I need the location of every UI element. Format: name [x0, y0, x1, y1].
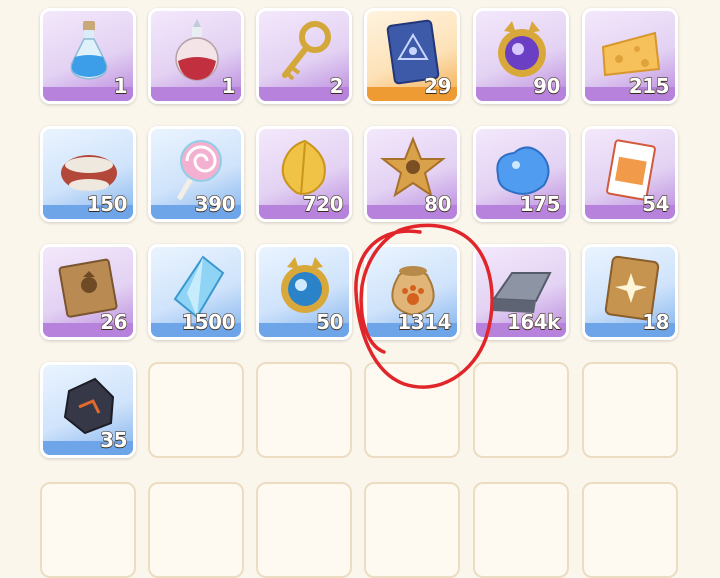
- inventory-slot[interactable]: 54: [582, 126, 678, 222]
- inventory-slot[interactable]: 720: [256, 126, 352, 222]
- inventory-slot[interactable]: 2: [256, 8, 352, 104]
- item-count: 390: [194, 191, 236, 216]
- inventory-slot[interactable]: 80: [364, 126, 460, 222]
- inventory-slot[interactable]: 175: [473, 126, 569, 222]
- item-count: 18: [642, 309, 671, 334]
- empty-slot: [148, 482, 244, 578]
- item-count: 1: [113, 73, 128, 98]
- empty-slot: [40, 482, 136, 578]
- inventory-slot[interactable]: 164k: [473, 244, 569, 340]
- inventory-slot[interactable]: 29: [364, 8, 460, 104]
- inventory-slot[interactable]: 35: [40, 362, 136, 458]
- inventory-slot[interactable]: 1314: [364, 244, 460, 340]
- item-count: 1: [221, 73, 236, 98]
- item-count: 215: [628, 73, 670, 98]
- inventory-slot[interactable]: 50: [256, 244, 352, 340]
- inventory-slot[interactable]: 26: [40, 244, 136, 340]
- item-count: 720: [302, 191, 344, 216]
- item-count: 54: [642, 191, 671, 216]
- item-count: 150: [86, 191, 128, 216]
- inventory-grid: 1 1 2 29 90 215 150 390 720 80 175 54 26 1500 50 1314 16…: [0, 0, 720, 578]
- inventory-slot[interactable]: 1: [40, 8, 136, 104]
- empty-slot: [364, 482, 460, 578]
- item-count: 80: [424, 191, 453, 216]
- empty-slot: [582, 482, 678, 578]
- empty-slot: [256, 362, 352, 458]
- item-count: 2: [329, 73, 344, 98]
- inventory-slot[interactable]: 18: [582, 244, 678, 340]
- inventory-slot[interactable]: 390: [148, 126, 244, 222]
- empty-slot: [473, 362, 569, 458]
- inventory-slot[interactable]: 150: [40, 126, 136, 222]
- empty-slot: [582, 362, 678, 458]
- item-count: 1314: [397, 309, 452, 334]
- item-count: 1500: [181, 309, 236, 334]
- empty-slot: [256, 482, 352, 578]
- inventory-slot[interactable]: 1500: [148, 244, 244, 340]
- item-count: 26: [100, 309, 129, 334]
- item-count: 164k: [506, 309, 561, 334]
- empty-slot: [364, 362, 460, 458]
- item-count: 50: [316, 309, 345, 334]
- inventory-slot[interactable]: 215: [582, 8, 678, 104]
- item-count: 35: [100, 427, 129, 452]
- inventory-slot[interactable]: 1: [148, 8, 244, 104]
- item-count: 175: [519, 191, 561, 216]
- inventory-slot[interactable]: 90: [473, 8, 569, 104]
- item-count: 29: [424, 73, 453, 98]
- item-count: 90: [533, 73, 562, 98]
- empty-slot: [473, 482, 569, 578]
- empty-slot: [148, 362, 244, 458]
